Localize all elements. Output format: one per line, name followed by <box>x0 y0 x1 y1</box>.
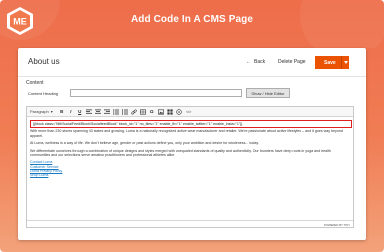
chevron-down-icon: ▾ <box>50 109 53 114</box>
content-paragraph: We differentiate ourselves through a com… <box>30 148 331 158</box>
save-button[interactable]: Save <box>315 56 349 69</box>
content-heading-label: Content Heading <box>28 91 59 96</box>
bold-icon[interactable]: B <box>59 109 65 115</box>
editor-status-bar: POWERED BY TINY <box>27 220 353 227</box>
back-label: Back <box>254 59 266 65</box>
delete-page-button[interactable]: Delete Page <box>278 59 306 65</box>
social-feed-widget-code: {{block class="Mit\SocialFeed\Block\Soci… <box>30 120 352 129</box>
powered-by-label: POWERED BY TINY <box>323 222 350 227</box>
format-select[interactable]: Paragraph ▾ <box>30 109 56 114</box>
link-icon[interactable] <box>131 109 137 115</box>
save-options-toggle[interactable] <box>341 56 349 69</box>
banner-title: Add Code In A CMS Page <box>130 14 254 25</box>
special-char-icon[interactable]: Ω <box>149 109 155 115</box>
content-paragraph: With more than 230 stores spanning 43 st… <box>30 129 343 138</box>
variable-icon[interactable] <box>176 108 182 115</box>
back-button[interactable]: ← Back <box>246 59 265 65</box>
image-icon[interactable] <box>157 109 164 115</box>
arrow-left-icon: ← <box>246 59 251 65</box>
wysiwyg-editor: Paragraph ▾ B I U Ω </> {{block class="M… <box>26 106 354 228</box>
code-icon[interactable]: </> <box>185 109 193 115</box>
editor-toolbar: Paragraph ▾ B I U Ω </> <box>27 107 353 117</box>
editor-content[interactable]: {{block class="Mit\SocialFeed\Block\Soci… <box>30 120 352 178</box>
underline-icon[interactable]: U <box>77 109 83 115</box>
numbered-list-icon[interactable] <box>121 108 128 115</box>
align-right-icon[interactable] <box>103 109 110 115</box>
page-title: About us <box>28 57 60 66</box>
italic-icon[interactable]: I <box>68 109 74 115</box>
chevron-down-icon <box>343 61 348 64</box>
format-select-value: Paragraph <box>30 109 49 114</box>
save-label: Save <box>324 59 336 66</box>
link-shop-luma[interactable]: Shop Luma <box>30 173 352 177</box>
cms-page-panel: About us ← Back Delete Page Save Content… <box>18 48 366 240</box>
bullet-list-icon[interactable] <box>112 108 119 115</box>
align-center-icon[interactable] <box>94 109 101 115</box>
widget-icon[interactable] <box>167 108 173 115</box>
content-section-label: Content <box>26 80 44 86</box>
align-left-icon[interactable] <box>85 109 92 115</box>
table-icon[interactable] <box>139 109 146 115</box>
header-divider <box>18 76 366 77</box>
content-heading-input[interactable] <box>70 89 242 97</box>
content-paragraph: At Luma, wellness is a way of life. We d… <box>30 141 259 146</box>
show-hide-editor-button[interactable]: Show / Hide Editor <box>246 88 290 98</box>
